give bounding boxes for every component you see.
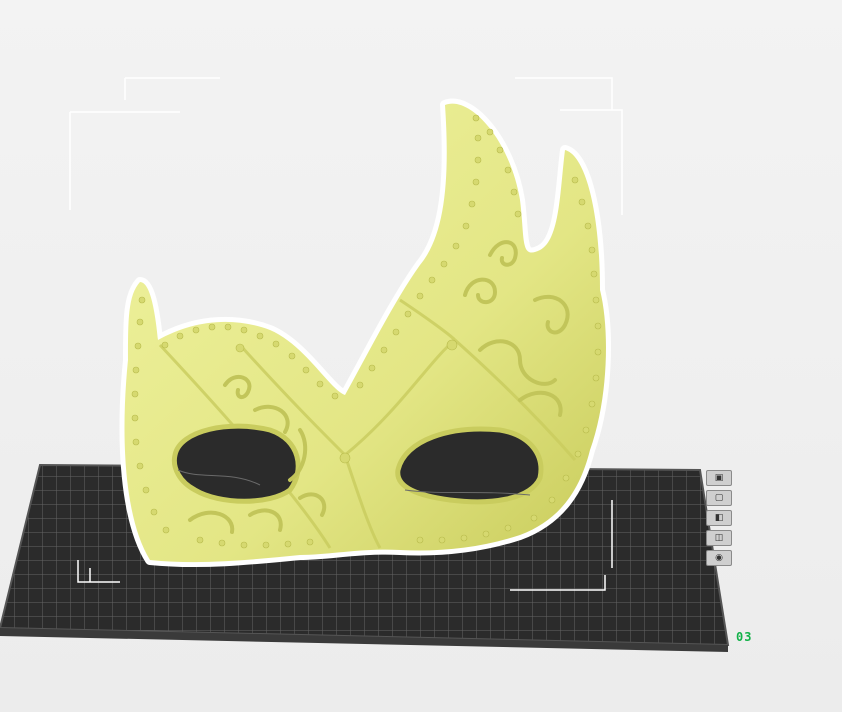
- front-view-icon[interactable]: ▢: [706, 490, 732, 506]
- view-cube-icon[interactable]: ▣: [706, 470, 732, 486]
- mask-model[interactable]: [119, 98, 611, 568]
- top-view-icon[interactable]: ◫: [706, 530, 732, 546]
- 3d-viewport[interactable]: ▣ ▢ ◧ ◫ ◉ 03: [0, 0, 842, 712]
- view-toolbar: ▣ ▢ ◧ ◫ ◉: [706, 470, 736, 566]
- left-eye-hole: [171, 423, 301, 504]
- scene-canvas[interactable]: [0, 0, 842, 712]
- camera-icon[interactable]: ◉: [706, 550, 732, 566]
- plate-number-label: 03: [736, 630, 753, 644]
- side-view-icon[interactable]: ◧: [706, 510, 732, 526]
